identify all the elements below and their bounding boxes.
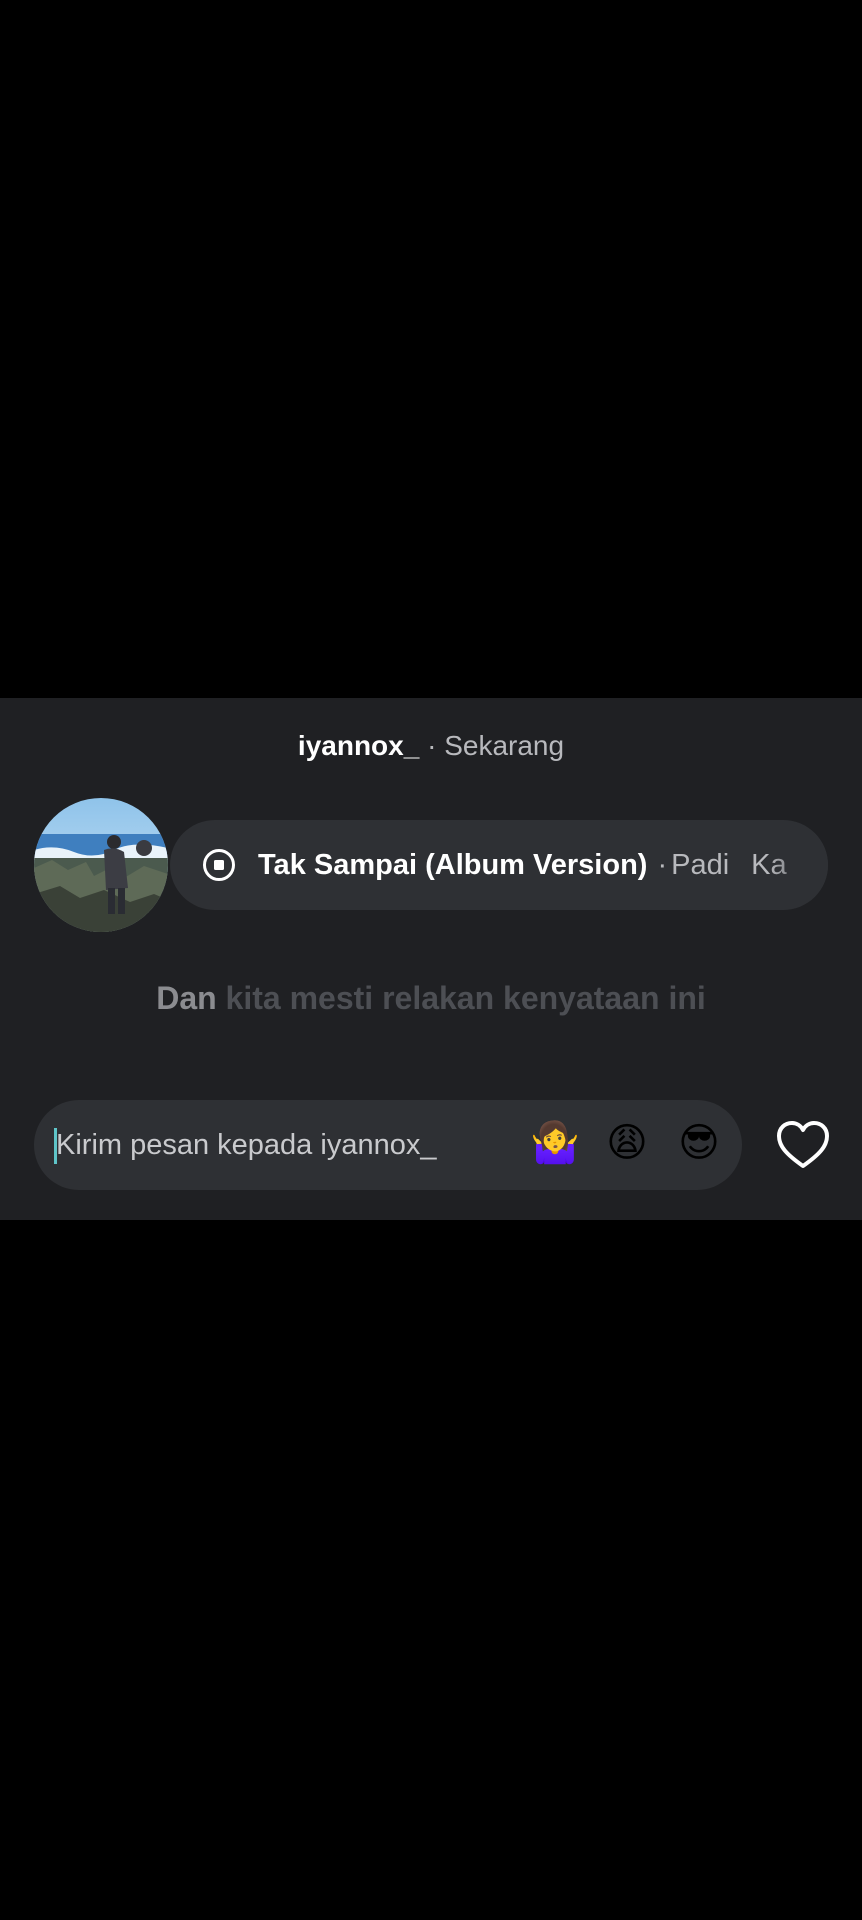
reply-panel: iyannox_ · Sekarang Tak Sampai (Album Ve… — [0, 698, 862, 1220]
reaction-sunglasses-emoji[interactable]: 😎 — [674, 1118, 724, 1168]
story-username[interactable]: iyannox_ — [298, 730, 419, 761]
lyric-upcoming: kita mesti relakan kenyataan ini — [225, 980, 706, 1016]
story-time: Sekarang — [444, 730, 565, 761]
music-sticker[interactable]: Tak Sampai (Album Version)·PadiKa — [170, 820, 828, 910]
message-input[interactable]: Kirim pesan kepada iyannox_ 🤷‍♀️ 😩 😎 — [34, 1100, 742, 1190]
message-placeholder: Kirim pesan kepada iyannox_ — [56, 1129, 437, 1161]
track-info: Tak Sampai (Album Version)·PadiKa — [258, 820, 787, 910]
track-artist: Padi — [671, 849, 730, 881]
lyric-line: Dan kita mesti relakan kenyataan ini — [0, 978, 862, 1018]
track-title: Tak Sampai (Album Version) — [258, 849, 648, 881]
lyric-sung: Dan — [156, 980, 217, 1016]
header-separator: · — [419, 730, 445, 761]
reaction-shrug-emoji[interactable]: 🤷‍♀️ — [530, 1118, 580, 1168]
avatar-photo — [34, 798, 168, 932]
heart-outline-icon[interactable] — [776, 1120, 830, 1170]
story-screen: iyannox_ · Sekarang Tak Sampai (Album Ve… — [0, 0, 862, 1920]
marquee-fade — [768, 820, 828, 910]
stop-circle-icon[interactable] — [202, 848, 236, 882]
story-header: iyannox_ · Sekarang — [0, 728, 862, 764]
avatar[interactable] — [34, 798, 168, 932]
reaction-weary-emoji[interactable]: 😩 — [602, 1118, 652, 1168]
track-separator: · — [657, 849, 668, 881]
